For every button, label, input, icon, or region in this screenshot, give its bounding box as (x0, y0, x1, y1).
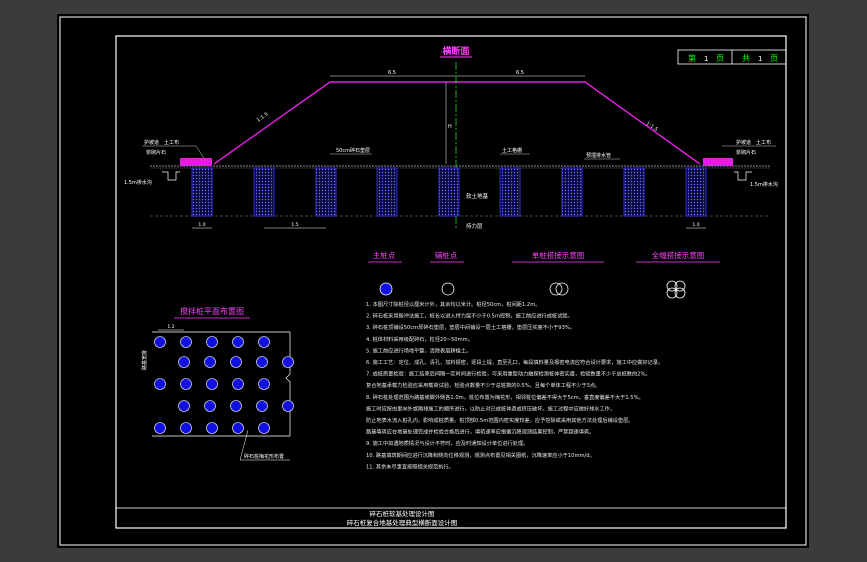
plan-pile (232, 378, 244, 390)
plan-note-label: 碎石桩梅花形布置 (244, 453, 284, 460)
plan-pile (282, 400, 294, 412)
plan-pile (256, 356, 268, 368)
plan-pile (258, 378, 270, 390)
note-line: 1. 本图尺寸除桩径以厘米计外，其余均以米计。桩径50cm，桩间距1.2m。 (366, 300, 540, 308)
section-pile (499, 167, 521, 217)
note-line: 6. 施工工艺：定位、成孔、清孔、加料振密，逐段上提，直至孔口，每段填料量及振密… (366, 358, 663, 366)
label-drain: 预埋排水管 (586, 152, 611, 159)
note-line: 10. 路基填筑期间应进行沉降和侧向位移观测，观测点布置见相关图纸，沉降速率应小… (366, 451, 595, 459)
plan-pile (180, 422, 192, 434)
note-line: 11. 其余未尽事宜按照相关规范执行。 (366, 462, 454, 470)
dim-right: 6.5 (516, 70, 524, 76)
section-pile (191, 167, 213, 217)
label-left-a: 护坡道 (144, 139, 159, 146)
total-unit: 页 (770, 54, 778, 63)
note-line: 9. 施工中如遇地质情况与设计不符时，应及时通知设计单位进行处理。 (366, 439, 528, 447)
note-line: 2. 碎石桩采用振冲法施工，桩长以进入持力层不小于0.5m控制，施工前应进行成桩… (366, 312, 573, 320)
note-line: 5. 施工前应进行场地平整，清除表层耕植土。 (366, 346, 471, 354)
page-unit: 页 (716, 54, 724, 63)
label-cushion: 50cm碎石垫层 (336, 147, 370, 154)
label-right-a: 护坡道 (736, 139, 751, 146)
plan-pile (154, 336, 166, 348)
plan-spacing-label: 1.2 (167, 324, 174, 330)
plan-pile (258, 422, 270, 434)
section-pile (438, 167, 460, 217)
legend-aux-pile: 辅桩点 (435, 250, 458, 260)
label-spacing-mid: 1.5 (291, 222, 298, 228)
plan-pile (232, 336, 244, 348)
plan-pile (258, 336, 270, 348)
section-pile (253, 167, 275, 217)
section-pile (685, 167, 707, 217)
plan-pile (230, 400, 242, 412)
section-pile (376, 167, 398, 217)
legend-single-pile: 单桩搭接示意图 (532, 250, 585, 260)
plan-pile (154, 422, 166, 434)
label-left-c: 浆砌片石 (146, 149, 166, 156)
section-pile (623, 167, 645, 217)
note-line: 路基填筑应在地基处理完成并检验合格后进行，填筑速率应根据沉降观测结果控制，严禁超… (366, 428, 594, 436)
plan-pile (180, 336, 192, 348)
plan-pile (206, 422, 218, 434)
plan-pile (178, 400, 190, 412)
dim-left: 6.5 (388, 70, 396, 76)
note-line: 复合地基承载力检验应采用载荷试验，检验点数量不少于总桩数的0.5%，且每个单体工… (366, 381, 600, 389)
note-line: 4. 桩体材料采用级配碎石，粒径20~50mm。 (366, 335, 473, 343)
right-berm (703, 158, 733, 166)
legend-main-pile: 主桩点 (373, 250, 396, 260)
main-pile-symbol (379, 282, 393, 296)
legend-full-pile: 全幅搭接示意图 (652, 250, 705, 260)
label-left-b: 土工布 (164, 139, 179, 146)
label-right-c: 浆砌片石 (736, 149, 756, 156)
plan-pile (204, 356, 216, 368)
total-label: 共 (742, 54, 750, 63)
label-geogrid: 土工格栅 (502, 147, 522, 154)
note-line: 7. 成桩质量检验：施工结束后间隔一定时间进行检验，可采用重型动力触探检测桩体密… (366, 370, 651, 378)
plan-side-label: 路基宽度 (141, 350, 148, 370)
plan-pile (206, 336, 218, 348)
section-pile (315, 167, 337, 217)
plan-pile (206, 378, 218, 390)
section-title: 横断面 (442, 45, 469, 57)
plan-pile (230, 356, 242, 368)
total-num: 1 (758, 55, 762, 63)
label-ditch-left: 1.5m排水沟 (124, 179, 152, 186)
label-right-b: 土工布 (756, 139, 771, 146)
plan-title: 搅拌桩平面布置图 (180, 306, 244, 316)
label-bearing: 持力层 (466, 222, 483, 230)
cad-drawing: 第 1 页 共 1 页 碎石桩软基处理设计图 碎石桩复合地基处理典型横断面设计图… (57, 14, 809, 548)
label-ditch-right: 1.5m排水沟 (750, 181, 778, 188)
page-num: 1 (704, 55, 708, 63)
page-label: 第 (688, 53, 696, 63)
note-line: 防止地表水流入桩孔内，影响成桩质量。桩顶部0.5m范围内密实度较差，应予挖除或采… (366, 416, 634, 424)
plan-pile (232, 422, 244, 434)
note-line: 施工时应按由里向外或隔排施工的顺序进行，以防止对已成桩体造成挤压破坏。施工过程中… (366, 404, 615, 412)
label-spacing-right: 1.0 (692, 222, 699, 228)
label-soft-soil: 软土地基 (466, 192, 489, 200)
left-berm (180, 158, 212, 166)
height-label: H (448, 124, 452, 130)
plan-pile (154, 378, 166, 390)
title-line-1: 碎石桩软基处理设计图 (370, 509, 435, 518)
section-pile (561, 167, 583, 217)
plan-pile (178, 356, 190, 368)
plan-pile (282, 356, 294, 368)
title-line-2: 碎石桩复合地基处理典型横断面设计图 (347, 518, 458, 527)
label-spacing-left: 1.0 (198, 222, 205, 228)
plan-pile (256, 400, 268, 412)
plan-pile (204, 400, 216, 412)
plan-pile (180, 378, 192, 390)
note-line: 8. 碎石桩处理范围为路基坡脚外侧各1.0m，桩位布置为梅花形，相邻桩位偏差不得… (366, 393, 644, 401)
section-piles (191, 167, 707, 217)
note-line: 3. 碎石桩顶铺设50cm厚碎石垫层，垫层中间铺设一层土工格栅，垫层压实度不小于… (366, 323, 575, 331)
